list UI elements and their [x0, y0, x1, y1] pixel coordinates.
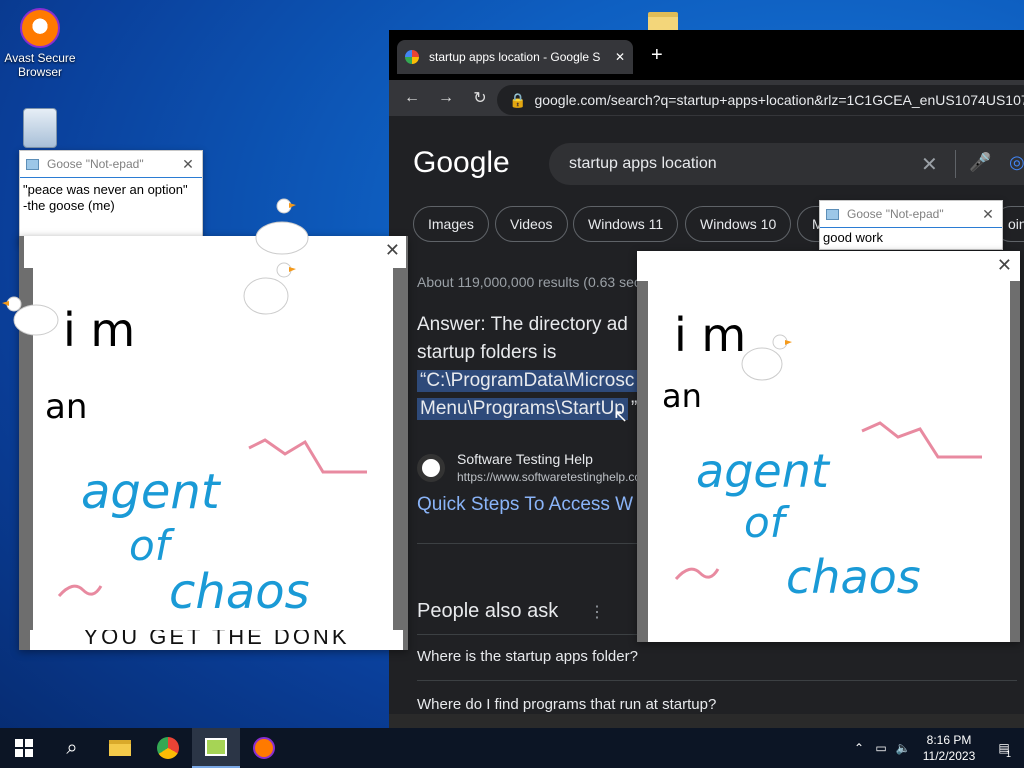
file-explorer-icon[interactable]	[96, 728, 144, 768]
clock-time: 8:16 PM	[926, 733, 972, 747]
system-tray: ⌃ ▭ 🔈 8:16 PM 11/2/2023 ▤ 1	[848, 728, 1024, 768]
notification-icon[interactable]: ▤ 1	[984, 741, 1024, 759]
avast-icon[interactable]	[240, 728, 288, 768]
search-icon[interactable]: ⌕	[48, 728, 96, 768]
chevron-up-icon[interactable]: ⌃	[848, 741, 870, 755]
volume-icon[interactable]: 🔈	[892, 741, 914, 755]
notification-count: 1	[1006, 749, 1012, 759]
goose-icon[interactable]	[243, 262, 296, 315]
chrome-icon[interactable]	[144, 728, 192, 768]
clock[interactable]: 8:16 PM 11/2/2023	[914, 732, 984, 764]
goose-icon[interactable]	[2, 296, 59, 336]
network-icon[interactable]: ▭	[870, 741, 892, 755]
goose-icon[interactable]	[255, 198, 309, 255]
goose-sprites	[2, 198, 792, 381]
goose-app-icon[interactable]	[192, 728, 240, 768]
goose-icon[interactable]	[741, 334, 792, 381]
windows-start-icon[interactable]	[0, 728, 48, 768]
taskbar: ⌕ ⌃ ▭ 🔈 8:16 PM 11/2/2023 ▤ 1	[0, 728, 1024, 768]
clock-date: 11/2/2023	[922, 749, 976, 763]
